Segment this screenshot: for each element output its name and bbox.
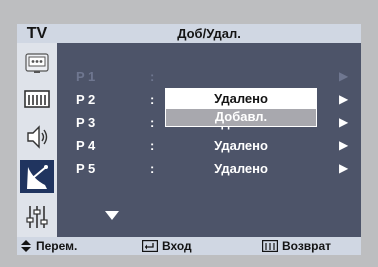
right-arrow-icon: ▶ (339, 69, 349, 83)
list-item[interactable]: P 4 : Удалено ▶ (57, 135, 361, 158)
enter-icon (142, 240, 158, 252)
separator: : (150, 115, 155, 130)
program-number: P 1 (76, 69, 96, 84)
separator: : (150, 92, 155, 107)
list-item[interactable]: P 5 : Удалено ▶ (57, 158, 361, 181)
right-arrow-icon: ▶ (339, 92, 349, 106)
scroll-down-icon[interactable] (105, 211, 119, 220)
menu-icon (262, 240, 278, 252)
program-status: Удалено (214, 138, 268, 153)
separator: : (150, 138, 155, 153)
return-hint: Возврат (262, 237, 331, 255)
program-number: P 4 (76, 138, 96, 153)
dropdown-option-added[interactable]: Добавл. (166, 109, 316, 126)
footer-help-bar: Перем. Вход Возврат (17, 237, 361, 255)
osd-menu: TV Доб/Удал. P 1: ▶ P 2: ▶ P 3: ▶ P 4… (17, 24, 361, 255)
program-status: Удалено (214, 161, 268, 176)
right-arrow-icon: ▶ (339, 115, 349, 129)
right-arrow-icon: ▶ (339, 138, 349, 152)
list-item[interactable]: P 1 : ▶ (57, 66, 361, 89)
dropdown-option-deleted[interactable]: Удалено (165, 88, 317, 108)
channel-icon[interactable] (20, 160, 54, 193)
enter-label: Вход (162, 239, 192, 253)
add-delete-dropdown[interactable]: Удалено Добавл. (165, 88, 317, 127)
setup-icon[interactable] (20, 200, 54, 233)
sound-icon[interactable] (20, 120, 54, 153)
enter-hint: Вход (142, 237, 192, 255)
sidebar (17, 43, 57, 237)
move-hint: Перем. (20, 237, 77, 255)
up-down-icon (21, 240, 31, 252)
right-arrow-icon: ▶ (339, 161, 349, 175)
picture-icon[interactable] (20, 46, 54, 79)
program-number: P 2 (76, 92, 96, 107)
separator: : (150, 161, 155, 176)
return-label: Возврат (282, 239, 332, 253)
page-title: Доб/Удал. (57, 24, 361, 43)
tv-label: TV (17, 24, 57, 43)
program-list: P 1 : ▶ P 2 : ▶ P 3 : Удалено ▶ P 4 : Уд… (57, 43, 361, 237)
move-label: Перем. (36, 239, 78, 253)
program-number: P 3 (76, 115, 96, 130)
separator: : (150, 69, 155, 84)
program-number: P 5 (76, 161, 96, 176)
screen-icon[interactable] (20, 82, 54, 115)
